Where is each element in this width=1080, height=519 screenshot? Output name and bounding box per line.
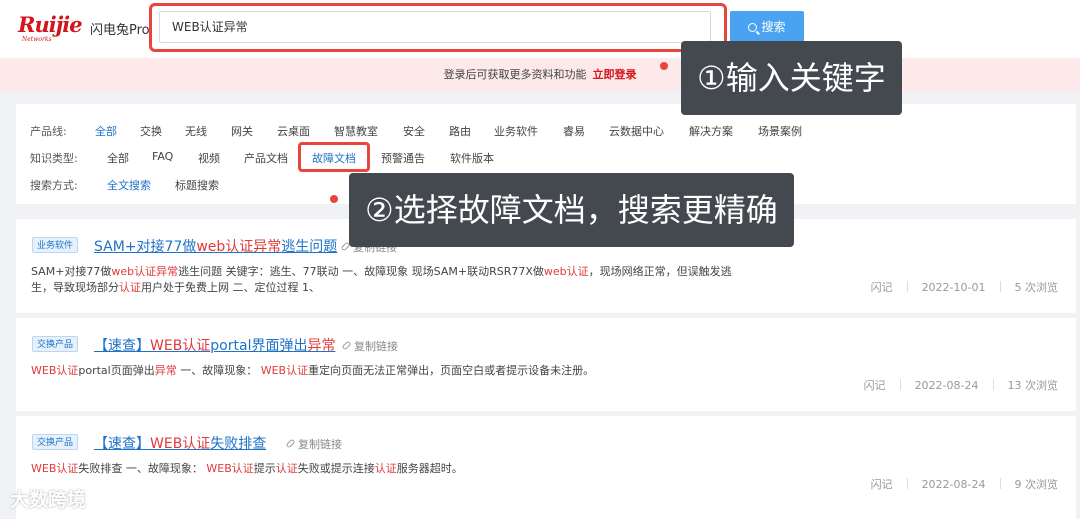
product-option[interactable]: 智慧教室 [334, 123, 378, 139]
copy-link-button[interactable]: 复制链接 [285, 436, 342, 452]
knowledge-type-filter: 知识类型: 全部 FAQ 视频 产品文档 故障文档 预警通告 软件版本 [30, 150, 494, 166]
login-banner-text: 登录后可获取更多资料和功能 [443, 68, 587, 81]
ruijie-logo[interactable]: Ruijie Networks [18, 14, 86, 44]
product-option[interactable]: 网关 [231, 123, 253, 139]
product-option[interactable]: 睿易 [563, 123, 585, 139]
product-option[interactable]: 路由 [449, 123, 471, 139]
type-option[interactable]: 预警通告 [381, 150, 425, 166]
product-name: 闪电兔Pro [90, 23, 150, 38]
result-snippet: SAM+对接77做web认证异常逃生问题 关键字：逃生、77联动 一、故障现象 … [31, 265, 732, 294]
search-input-highlight-box [149, 3, 727, 52]
callout-pointer-dot [660, 62, 668, 70]
product-option[interactable]: 云桌面 [277, 123, 310, 139]
callout-step2: ②选择故障文档，搜索更精确 [349, 173, 794, 247]
author: 闪记 [863, 379, 886, 392]
product-line-filter: 产品线: 全部 交换 无线 网关 云桌面 智慧教室 安全 路由 业务软件 睿易 … [30, 123, 802, 139]
type-option[interactable]: 软件版本 [450, 150, 494, 166]
date: 2022-08-24 [921, 478, 986, 491]
product-line-label: 产品线: [30, 125, 67, 138]
result-card: 交换产品 【速查】WEB认证portal界面弹出异常 复制链接 WEB认证por… [16, 318, 1076, 411]
login-banner: 登录后可获取更多资料和功能 立即登录 [0, 58, 1080, 91]
result-card: 交换产品 【速查】WEB认证失败排查 复制链接 WEB认证失败排查 一、故障现象… [16, 416, 1076, 519]
date: 2022-10-01 [921, 281, 986, 294]
author: 闪记 [870, 478, 893, 491]
product-option[interactable]: 无线 [185, 123, 207, 139]
product-option[interactable]: 场景案例 [758, 123, 802, 139]
link-icon [341, 340, 352, 351]
type-option[interactable]: 全部 [107, 150, 129, 166]
mode-option[interactable]: 全文搜索 [107, 177, 151, 193]
type-option[interactable]: FAQ [152, 150, 173, 163]
fault-docs-highlight-box [298, 142, 370, 172]
search-button[interactable]: 搜索 [730, 11, 804, 43]
link-icon [285, 438, 296, 449]
view-count: 9 次浏览 [1014, 478, 1059, 491]
type-option[interactable]: 视频 [198, 150, 220, 166]
top-header: Ruijie Networks 闪电兔Pro WEB认证异常 搜索 [0, 0, 1080, 58]
login-link[interactable]: 立即登录 [593, 68, 637, 81]
product-option[interactable]: 解决方案 [689, 123, 733, 139]
product-option[interactable]: 全部 [95, 123, 117, 139]
author: 闪记 [870, 281, 893, 294]
watermark: 大数跨境 [10, 489, 87, 511]
result-snippet: WEB认证portal页面弹出异常 一、故障现象： WEB认证重定向页面无法正常… [31, 364, 595, 377]
view-count: 13 次浏览 [1007, 379, 1059, 392]
type-option[interactable]: 产品文档 [244, 150, 288, 166]
view-count: 5 次浏览 [1014, 281, 1059, 294]
result-meta: 闪记 2022-10-01 5 次浏览 [871, 279, 1058, 295]
search-mode-label: 搜索方式: [30, 179, 78, 192]
copy-link-button[interactable]: 复制链接 [341, 338, 398, 354]
result-title[interactable]: 【速查】WEB认证portal界面弹出异常 [94, 335, 335, 355]
product-option[interactable]: 安全 [403, 123, 425, 139]
callout-pointer-dot [330, 195, 338, 203]
result-snippet: WEB认证失败排查 一、故障现象： WEB认证提示认证失败或提示连接认证服务器超… [31, 462, 463, 475]
callout-step1: ①输入关键字 [681, 41, 902, 115]
product-option[interactable]: 云数据中心 [609, 123, 664, 139]
search-icon [748, 23, 758, 32]
product-option[interactable]: 交换 [140, 123, 162, 139]
result-title[interactable]: 【速查】WEB认证失败排查 [94, 433, 266, 453]
date: 2022-08-24 [914, 379, 979, 392]
mode-option[interactable]: 标题搜索 [175, 177, 219, 193]
search-mode-filter: 搜索方式: 全文搜索 标题搜索 [30, 177, 219, 193]
result-meta: 闪记 2022-08-24 9 次浏览 [871, 476, 1058, 492]
result-meta: 闪记 2022-08-24 13 次浏览 [864, 377, 1058, 393]
result-tag: 交换产品 [32, 336, 79, 352]
result-tag: 业务软件 [32, 237, 79, 253]
knowledge-type-label: 知识类型: [30, 152, 78, 165]
result-tag: 交换产品 [32, 434, 79, 450]
search-button-label: 搜索 [761, 20, 786, 34]
product-option[interactable]: 业务软件 [494, 123, 538, 139]
result-title[interactable]: SAM+对接77做web认证异常逃生问题 [94, 236, 337, 256]
